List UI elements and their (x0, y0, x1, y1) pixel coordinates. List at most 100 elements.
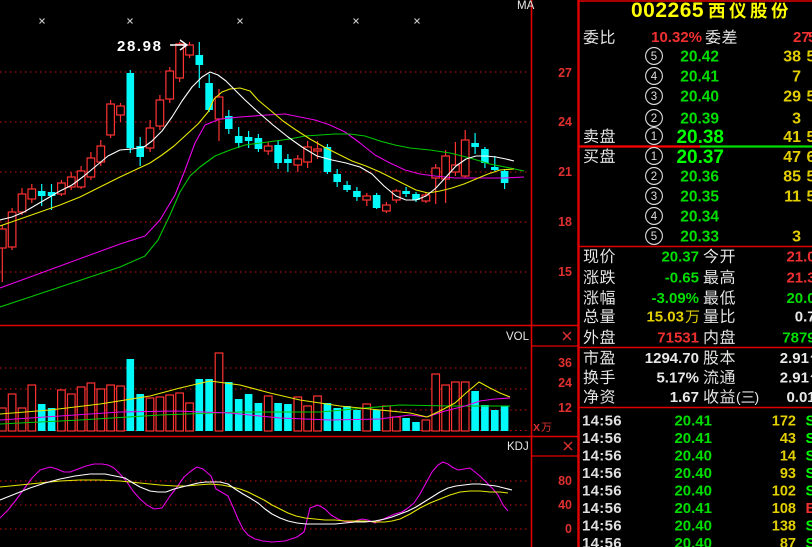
svg-text:0.013: 0.013 (786, 389, 812, 406)
svg-text:B: B (806, 500, 812, 517)
svg-text:3: 3 (651, 191, 657, 203)
svg-text:5: 5 (651, 231, 657, 243)
svg-text:S: S (806, 518, 812, 535)
svg-text:21.05: 21.05 (786, 249, 812, 266)
svg-text:43: 43 (780, 431, 796, 447)
svg-text:102: 102 (772, 484, 796, 500)
svg-text:28.98: 28.98 (117, 38, 163, 55)
svg-text:S: S (806, 483, 812, 500)
svg-text:38: 38 (783, 49, 801, 66)
svg-text:14:56: 14:56 (582, 518, 622, 535)
svg-text:15: 15 (558, 265, 572, 279)
svg-text:14: 14 (780, 449, 796, 465)
svg-text:0.75: 0.75 (795, 309, 812, 326)
svg-text:VOL: VOL (506, 331, 530, 343)
svg-text:20.40: 20.40 (674, 483, 712, 500)
svg-text:002265: 002265 (631, 0, 704, 22)
svg-text:1: 1 (651, 151, 657, 163)
svg-text:87: 87 (780, 536, 796, 547)
svg-text:20.06: 20.06 (786, 290, 812, 307)
svg-text:108: 108 (772, 501, 796, 517)
svg-text:93: 93 (780, 466, 796, 482)
svg-text:4: 4 (651, 71, 658, 83)
svg-text:40: 40 (558, 498, 572, 512)
svg-text:10.32%: 10.32% (651, 29, 702, 46)
svg-text:-3.09%: -3.09% (651, 290, 699, 307)
svg-text:27: 27 (558, 66, 572, 80)
svg-text:172: 172 (772, 414, 796, 430)
svg-text:0: 0 (565, 522, 572, 536)
svg-text:S: S (806, 535, 812, 547)
svg-text:X: X (533, 422, 540, 434)
svg-text:14:56: 14:56 (582, 448, 622, 465)
svg-text:): ) (755, 389, 760, 405)
svg-text:85: 85 (783, 169, 801, 186)
svg-text:29: 29 (783, 89, 801, 106)
svg-text:3: 3 (792, 229, 801, 246)
svg-text:41: 41 (783, 129, 801, 146)
svg-text:20.39: 20.39 (680, 111, 719, 128)
svg-text:20.40: 20.40 (680, 89, 719, 106)
svg-text:20.40: 20.40 (674, 518, 712, 535)
svg-text:14:56: 14:56 (582, 430, 622, 447)
svg-text:KDJ: KDJ (507, 441, 529, 453)
svg-text:20.42: 20.42 (680, 49, 719, 66)
svg-text:47: 47 (783, 149, 801, 166)
svg-text:20.41: 20.41 (674, 500, 712, 517)
svg-text:1294.70: 1294.70 (645, 350, 699, 367)
svg-text:S: S (806, 413, 812, 430)
svg-text:18: 18 (558, 215, 572, 229)
svg-text:S: S (806, 465, 812, 482)
svg-text:20.36: 20.36 (680, 169, 719, 186)
svg-text:7: 7 (792, 69, 801, 86)
svg-text:S: S (806, 430, 812, 447)
svg-text:2: 2 (651, 171, 657, 183)
svg-text:20.37: 20.37 (676, 147, 724, 168)
svg-text:20.41: 20.41 (674, 430, 712, 447)
svg-text:20.40: 20.40 (674, 465, 712, 482)
svg-text:S: S (806, 448, 812, 465)
svg-text:14:56: 14:56 (582, 413, 622, 430)
svg-text:71531: 71531 (657, 330, 699, 347)
svg-text:80: 80 (558, 474, 572, 488)
svg-text:20.34: 20.34 (680, 209, 719, 226)
svg-text:5: 5 (807, 189, 812, 206)
svg-text:20.40: 20.40 (674, 535, 712, 547)
svg-text:5: 5 (807, 169, 812, 186)
svg-text:20.40: 20.40 (674, 448, 712, 465)
svg-text:(: ( (736, 389, 741, 405)
svg-text:11: 11 (784, 189, 801, 206)
svg-text:21: 21 (558, 165, 572, 179)
svg-text:20.33: 20.33 (680, 229, 719, 246)
svg-text:5: 5 (651, 51, 657, 63)
svg-text:1: 1 (651, 131, 657, 143)
svg-text:5.17%: 5.17% (656, 370, 699, 387)
svg-text:3: 3 (792, 111, 801, 128)
svg-text:2.91: 2.91 (780, 350, 809, 367)
svg-text:78799: 78799 (782, 330, 812, 347)
svg-text:14:56: 14:56 (582, 483, 622, 500)
svg-text:24: 24 (558, 376, 572, 390)
svg-text:2.91: 2.91 (780, 370, 809, 387)
svg-text:14:56: 14:56 (582, 535, 622, 547)
svg-text:20.41: 20.41 (680, 69, 719, 86)
svg-text:24: 24 (558, 115, 572, 129)
svg-text:21.38: 21.38 (786, 270, 812, 287)
svg-text:14:56: 14:56 (582, 465, 622, 482)
svg-text:15.03: 15.03 (646, 309, 684, 326)
svg-text:20.35: 20.35 (680, 189, 719, 206)
svg-text:14:56: 14:56 (582, 500, 622, 517)
svg-text:3: 3 (651, 91, 657, 103)
svg-text:4: 4 (651, 211, 658, 223)
svg-text:20.38: 20.38 (676, 127, 724, 148)
svg-text:12: 12 (558, 401, 572, 415)
svg-text:20.41: 20.41 (674, 413, 712, 430)
svg-text:5: 5 (807, 129, 812, 146)
svg-text:1.67: 1.67 (670, 389, 699, 406)
svg-text:5: 5 (807, 49, 812, 66)
svg-text:36: 36 (558, 356, 572, 370)
svg-text:5: 5 (807, 89, 812, 106)
svg-text:6: 6 (807, 149, 812, 166)
svg-text:MA: MA (517, 0, 535, 12)
svg-text:138: 138 (772, 519, 796, 535)
